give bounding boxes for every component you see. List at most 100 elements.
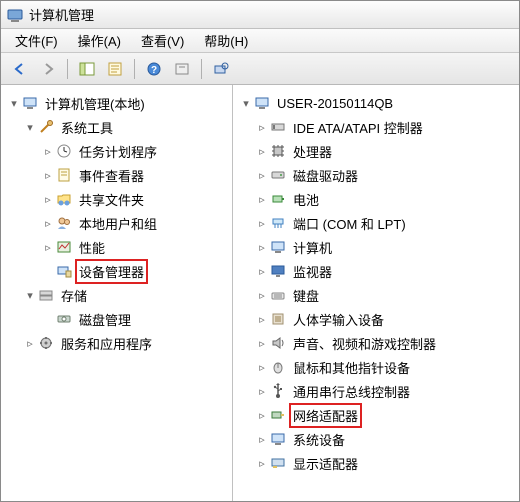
tree-device-manager[interactable]: 设备管理器: [5, 259, 230, 283]
device-keyboard[interactable]: ▹ 键盘: [237, 283, 517, 307]
tree-root-local[interactable]: ▾ 计算机管理(本地): [5, 91, 230, 115]
node-label: 端口 (COM 和 LPT): [291, 213, 408, 234]
node-label: 监视器: [291, 261, 334, 282]
back-button[interactable]: [7, 57, 33, 81]
tree-system-tools[interactable]: ▾ 系统工具: [5, 115, 230, 139]
ide-controller-icon: [269, 118, 287, 136]
node-label: IDE ATA/ATAPI 控制器: [291, 117, 425, 138]
expand-icon[interactable]: ▹: [255, 337, 269, 350]
node-label: 网络适配器: [289, 403, 362, 428]
app-icon: [7, 7, 23, 23]
expand-icon[interactable]: ▹: [255, 313, 269, 326]
expand-icon[interactable]: ▹: [41, 169, 55, 182]
collapse-icon[interactable]: ▾: [23, 121, 37, 134]
expand-icon[interactable]: ▹: [255, 217, 269, 230]
computer-icon: [253, 94, 271, 112]
display-adapter-icon: [269, 454, 287, 472]
action-button[interactable]: [169, 57, 195, 81]
performance-icon: [55, 238, 73, 256]
network-adapter-icon: [269, 406, 287, 424]
tree-local-users[interactable]: ▹ 本地用户和组: [5, 211, 230, 235]
tree-task-scheduler[interactable]: ▹ 任务计划程序: [5, 139, 230, 163]
device-manager-icon: [55, 262, 73, 280]
toolbar-separator: [134, 59, 135, 79]
tree-event-viewer[interactable]: ▹ 事件查看器: [5, 163, 230, 187]
expand-icon[interactable]: ▹: [255, 121, 269, 134]
users-icon: [55, 214, 73, 232]
collapse-icon[interactable]: ▾: [239, 97, 253, 110]
processor-icon: [269, 142, 287, 160]
tree-performance[interactable]: ▹ 性能: [5, 235, 230, 259]
properties-button[interactable]: [102, 57, 128, 81]
device-cpu[interactable]: ▹ 处理器: [237, 139, 517, 163]
show-hide-console-tree-button[interactable]: [74, 57, 100, 81]
disk-mgmt-icon: [55, 310, 73, 328]
device-usb[interactable]: ▹ 通用串行总线控制器: [237, 379, 517, 403]
device-hid[interactable]: ▹ 人体学输入设备: [237, 307, 517, 331]
device-disk-drives[interactable]: ▹ 磁盘驱动器: [237, 163, 517, 187]
toolbar-separator: [201, 59, 202, 79]
shared-folder-icon: [55, 190, 73, 208]
forward-button[interactable]: [35, 57, 61, 81]
expand-icon[interactable]: ▹: [255, 457, 269, 470]
tree-services-apps[interactable]: ▹ 服务和应用程序: [5, 331, 230, 355]
node-label: 人体学输入设备: [291, 309, 386, 330]
device-monitor[interactable]: ▹ 监视器: [237, 259, 517, 283]
device-network-adapters[interactable]: ▹ 网络适配器: [237, 403, 517, 427]
expand-icon[interactable]: ▹: [255, 289, 269, 302]
expand-icon[interactable]: ▹: [255, 385, 269, 398]
expand-icon[interactable]: ▹: [255, 409, 269, 422]
expand-icon[interactable]: ▹: [255, 361, 269, 374]
scan-hardware-button[interactable]: [208, 57, 234, 81]
expand-icon[interactable]: ▹: [255, 145, 269, 158]
expand-icon[interactable]: ▹: [255, 265, 269, 278]
expand-icon[interactable]: ▹: [41, 145, 55, 158]
node-label: 显示适配器: [291, 453, 360, 474]
device-root[interactable]: ▾ USER-20150114QB: [237, 91, 517, 115]
menu-view[interactable]: 查看(V): [131, 29, 194, 52]
node-label: 服务和应用程序: [59, 333, 154, 354]
content-area: ▾ 计算机管理(本地) ▾ 系统工具 ▹ 任务计划程序: [1, 85, 519, 501]
tree-storage[interactable]: ▾ 存储: [5, 283, 230, 307]
node-label: 电池: [291, 189, 321, 210]
device-mouse[interactable]: ▹ 鼠标和其他指针设备: [237, 355, 517, 379]
device-ide[interactable]: ▹ IDE ATA/ATAPI 控制器: [237, 115, 517, 139]
expand-icon[interactable]: ▹: [41, 193, 55, 206]
collapse-icon[interactable]: ▾: [7, 97, 21, 110]
node-label: 设备管理器: [75, 259, 148, 284]
menu-action[interactable]: 操作(A): [68, 29, 131, 52]
battery-icon: [269, 190, 287, 208]
disk-drive-icon: [269, 166, 287, 184]
tree-disk-management[interactable]: 磁盘管理: [5, 307, 230, 331]
node-label: 磁盘驱动器: [291, 165, 360, 186]
tools-icon: [37, 118, 55, 136]
expand-icon[interactable]: ▹: [23, 337, 37, 350]
expand-icon[interactable]: ▹: [255, 241, 269, 254]
device-battery[interactable]: ▹ 电池: [237, 187, 517, 211]
device-computer[interactable]: ▹ 计算机: [237, 235, 517, 259]
device-tree-pane: ▾ USER-20150114QB ▹ IDE ATA/ATAPI 控制器 ▹ …: [233, 85, 519, 501]
help-button[interactable]: ?: [141, 57, 167, 81]
node-label: 计算机: [291, 237, 334, 258]
expand-icon[interactable]: ▹: [255, 193, 269, 206]
device-system[interactable]: ▹ 系统设备: [237, 427, 517, 451]
node-label: 通用串行总线控制器: [291, 381, 412, 402]
menu-help[interactable]: 帮助(H): [194, 29, 258, 52]
expand-icon[interactable]: ▹: [255, 169, 269, 182]
collapse-icon[interactable]: ▾: [23, 289, 37, 302]
expand-icon[interactable]: ▹: [41, 241, 55, 254]
node-label: 性能: [77, 237, 107, 258]
device-ports[interactable]: ▹ 端口 (COM 和 LPT): [237, 211, 517, 235]
mouse-icon: [269, 358, 287, 376]
tree-shared-folders[interactable]: ▹ 共享文件夹: [5, 187, 230, 211]
node-label: 事件查看器: [77, 165, 146, 186]
expand-icon[interactable]: ▹: [255, 433, 269, 446]
clock-icon: [55, 142, 73, 160]
expand-icon[interactable]: ▹: [41, 217, 55, 230]
window-title: 计算机管理: [29, 5, 94, 24]
usb-icon: [269, 382, 287, 400]
menu-file[interactable]: 文件(F): [5, 29, 68, 52]
device-display[interactable]: ▹ 显示适配器: [237, 451, 517, 475]
device-sound[interactable]: ▹ 声音、视频和游戏控制器: [237, 331, 517, 355]
node-label: 鼠标和其他指针设备: [291, 357, 412, 378]
